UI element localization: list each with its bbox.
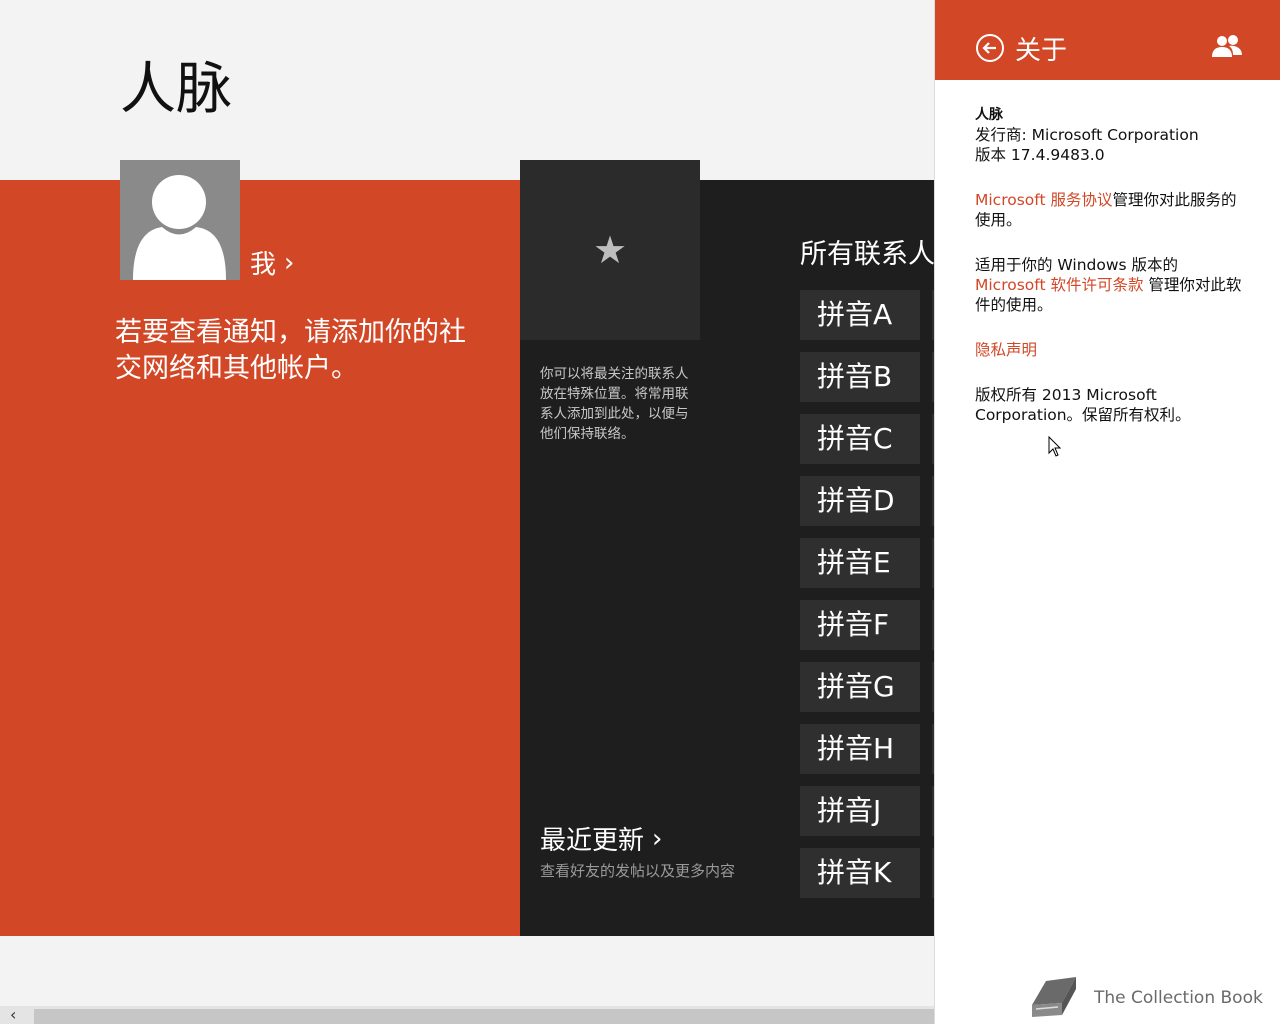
license-prefix: 适用于你的 Windows 版本的 [975,256,1179,274]
me-section-background [0,180,520,936]
notification-prompt: 若要查看通知，请添加你的社交网络和其他帐户。 [115,317,466,384]
favorites-tile[interactable]: ★ [520,160,700,340]
horizontal-scrollbar[interactable]: ‹ [0,1006,934,1024]
hub-canvas: 我 › 若要查看通知，请添加你的社交网络和其他帐户。 ★ 你可以将最关注的联系人… [0,160,934,936]
star-icon: ★ [592,228,628,272]
about-app-name: 人脉 [975,107,1003,123]
chevron-right-icon: › [284,247,295,278]
book-icon [1032,977,1076,1017]
recent-updates-title: 最近更新 [540,826,645,856]
scrollbar-thumb[interactable] [34,1009,934,1024]
pinyin-group-tile[interactable]: 拼音K [800,848,920,898]
about-flyout: 关于 人脉 发行商: Microsoft Corporation 版本 17.4… [934,0,1280,1024]
about-version: 版本 17.4.9483.0 [975,146,1105,164]
about-header: 关于 [935,0,1280,80]
pinyin-group-tile[interactable]: 拼音F [800,600,920,650]
copyright-text: 版权所有 2013 Microsoft Corporation。保留所有权利。 [975,386,1191,424]
pinyin-group-tile[interactable]: 拼音H [800,724,920,774]
pinyin-group-tile[interactable]: 拼音D [800,476,920,526]
recent-updates-link[interactable]: 最近更新 › [540,820,662,857]
about-content: 人脉 发行商: Microsoft Corporation 版本 17.4.94… [975,104,1245,450]
people-icon [1212,35,1242,57]
pinyin-group-tile[interactable]: 拼音C [800,414,920,464]
back-arrow-icon[interactable] [975,33,1005,63]
privacy-statement-link[interactable]: 隐私声明 [975,341,1037,359]
scroll-left-icon[interactable]: ‹ [10,1006,16,1024]
pinyin-group-tile[interactable]: 拼音J [800,786,920,836]
all-contacts-title[interactable]: 所有联系人 [800,232,934,271]
mouse-cursor-icon [1048,436,1062,457]
favorites-description: 你可以将最关注的联系人放在特殊位置。将常用联系人添加到此处，以便与他们保持联络。 [540,366,689,442]
person-placeholder-icon [133,175,226,280]
me-link[interactable]: 我 › [250,244,294,281]
chevron-right-icon: › [652,823,663,854]
recent-updates-subtitle: 查看好友的发帖以及更多内容 [540,862,736,880]
about-title: 关于 [1015,36,1068,66]
service-agreement-link[interactable]: Microsoft 服务协议 [975,191,1112,209]
app-title: 人脉 [120,57,232,122]
pinyin-group-list: 拼音A 拼音B 拼音C 拼音D 拼音E 拼音F 拼音G 拼音H 拼音J 拼音K [800,290,920,910]
pinyin-group-tile[interactable]: 拼音A [800,290,920,340]
pinyin-group-tile[interactable]: 拼音G [800,662,920,712]
me-label: 我 [250,250,277,280]
watermark-text: The Collection Book [1094,988,1263,1008]
pinyin-group-tile[interactable]: 拼音B [800,352,920,402]
license-terms-link[interactable]: Microsoft 软件许可条款 [975,276,1143,294]
pinyin-group-tile[interactable]: 拼音E [800,538,920,588]
about-publisher: 发行商: Microsoft Corporation [975,126,1199,144]
avatar[interactable] [120,160,240,280]
watermark: The Collection Book [1028,975,1263,1021]
